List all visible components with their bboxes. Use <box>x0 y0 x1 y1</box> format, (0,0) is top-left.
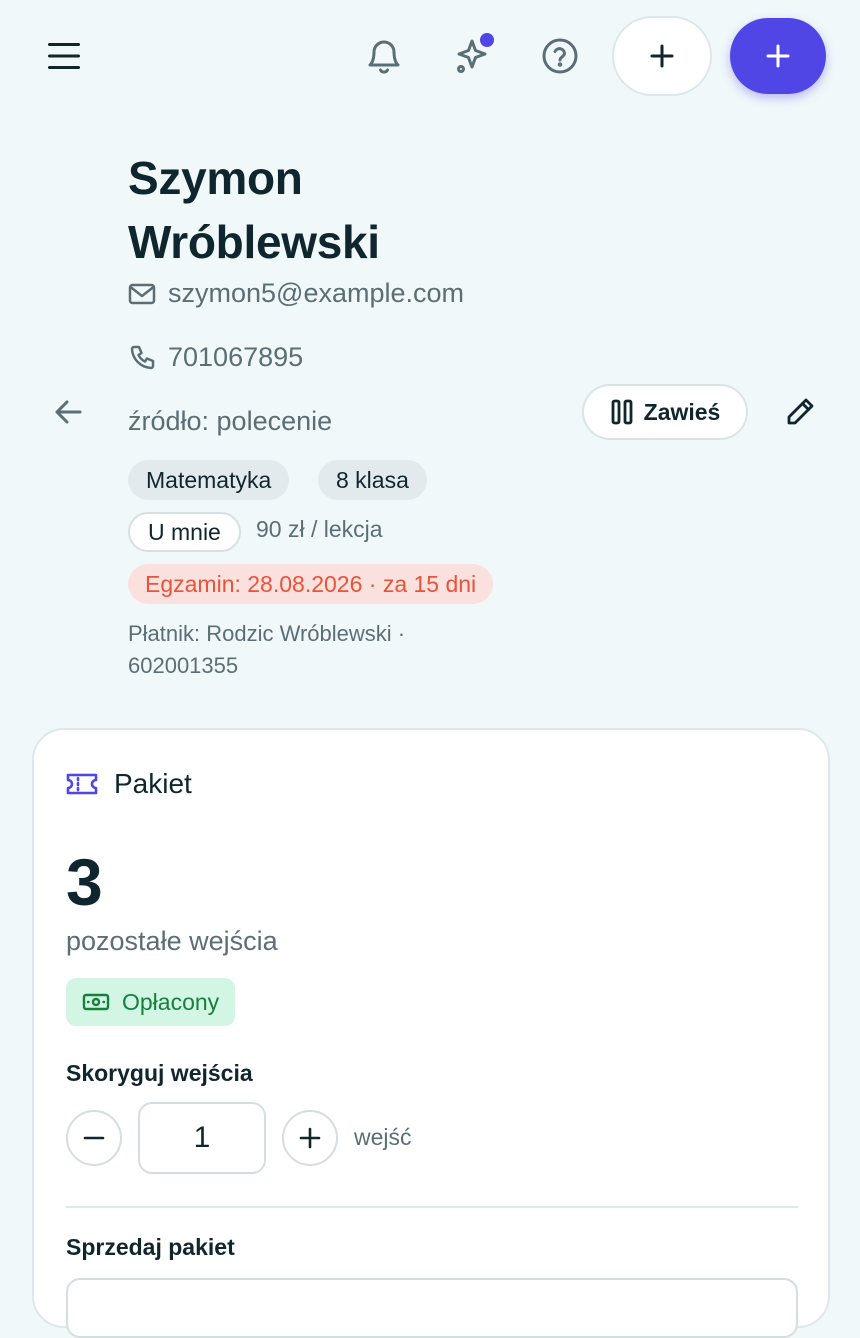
payer-info: Płatnik: Rodzic Wróblewski · 602001355 <box>128 621 406 678</box>
top-bar <box>0 0 860 112</box>
minus-icon <box>83 1136 105 1140</box>
plus-icon <box>766 44 790 68</box>
package-title: Pakiet <box>114 768 192 799</box>
adjust-quantity-input[interactable] <box>138 1102 266 1174</box>
help-icon <box>542 38 578 74</box>
payment-status: Opłacony <box>122 988 220 1015</box>
ticket-icon <box>66 773 98 795</box>
student-phone: 701067895 <box>168 342 304 372</box>
remaining-label: pozostałe wejścia <box>66 926 278 956</box>
sell-package-field[interactable] <box>66 1278 798 1338</box>
bell-icon <box>368 40 400 74</box>
suspend-label: Zawieś <box>643 398 721 425</box>
add-button[interactable] <box>730 18 826 94</box>
lesson-price: 90 zł / lekcja <box>256 516 383 542</box>
mail-icon <box>128 283 156 304</box>
notifications-button[interactable] <box>360 32 408 80</box>
phone-row[interactable]: 701067895 <box>128 342 303 373</box>
back-button[interactable] <box>46 390 90 434</box>
student-email: szymon5@example.com <box>168 278 465 308</box>
ai-assistant-button[interactable] <box>448 32 496 80</box>
help-button[interactable] <box>536 32 584 80</box>
student-name: Szymon Wróblewski <box>128 146 548 274</box>
edit-button[interactable] <box>778 390 822 434</box>
student-source: źródło: polecenie <box>128 406 333 436</box>
student-last-name: Wróblewski <box>128 216 380 268</box>
payment-status-badge: Opłacony <box>66 978 236 1026</box>
adjust-label: Skoryguj wejścia <box>66 1060 253 1086</box>
banknote-icon <box>82 993 110 1011</box>
subject-chip: Matematyka <box>128 460 290 500</box>
phone-icon <box>130 345 155 369</box>
location-chip: U mnie <box>128 512 241 552</box>
plus-icon <box>650 44 674 68</box>
pause-icon <box>611 399 633 425</box>
arrow-left-icon <box>55 400 82 424</box>
decrement-button[interactable] <box>66 1110 122 1166</box>
suspend-button[interactable]: Zawieś <box>582 384 748 440</box>
email-row[interactable]: szymon5@example.com <box>128 278 464 309</box>
student-first-name: Szymon <box>128 152 303 204</box>
divider <box>66 1206 798 1208</box>
grade-chip: 8 klasa <box>318 460 427 500</box>
increment-button[interactable] <box>282 1110 338 1166</box>
hamburger-icon <box>48 43 80 69</box>
exam-badge: Egzamin: 28.08.2026 · za 15 dni <box>128 564 494 604</box>
quick-add-button[interactable] <box>612 16 712 96</box>
pencil-icon <box>787 398 814 425</box>
sell-package-label: Sprzedaj pakiet <box>66 1234 235 1260</box>
notification-dot <box>480 33 494 47</box>
adjust-unit: wejść <box>354 1124 412 1150</box>
remaining-count: 3 <box>66 845 103 919</box>
plus-icon <box>299 1127 321 1149</box>
package-header: Pakiet <box>66 768 192 800</box>
package-card: Pakiet 3 pozostałe wejścia Opłacony Skor… <box>32 728 830 1338</box>
menu-button[interactable] <box>40 32 88 80</box>
